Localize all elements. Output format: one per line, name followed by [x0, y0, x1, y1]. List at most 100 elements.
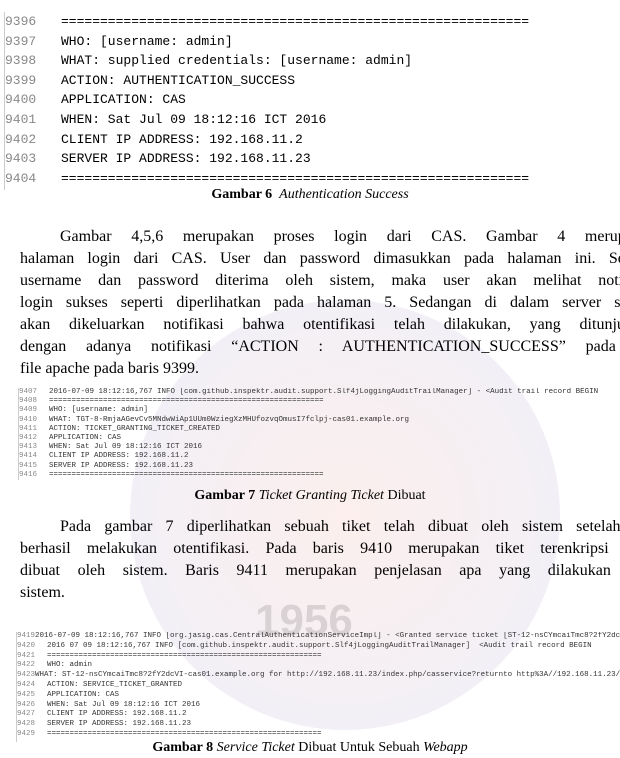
log-text: WHO: [username: admin]	[61, 33, 233, 49]
log-text: ACTION: SERVICE_TICKET_GRANTED	[47, 680, 183, 689]
paragraph-line: login sukses seperti diperlihatkan pada …	[20, 294, 620, 311]
caption-mid: Dibuat Untuk Sebuah	[298, 740, 420, 755]
paragraph-line: berhasil melakukan otentifikasi. Pada ba…	[20, 540, 620, 557]
paragraph-2: Pada gambar 7 diperlihatkan sebuah tiket…	[20, 516, 620, 604]
log-text: SERVER IP ADDRESS: 192.168.11.23	[49, 461, 194, 470]
log-text: ========================================…	[49, 470, 324, 479]
log-line: 9411 ACTION: TICKET_GRANTING_TICKET_CREAT…	[19, 425, 619, 434]
log-line: 9401 WHEN: Sat Jul 09 18:12:16 ICT 2016	[5, 110, 605, 130]
log-line: 9423 WHAT: ST-12-nsCYmcaiTmc8?2fY2dcVI-ca…	[17, 671, 620, 681]
log-line: 9426 WHEN: Sat Jul 09 18:12:16 ICT 2016	[17, 701, 620, 711]
line-number: 9397	[5, 33, 37, 49]
log-text: CLIENT IP ADDRESS: 192.168.11.2	[49, 452, 189, 461]
log-line: 9402 CLIENT IP ADDRESS: 192.168.11.2	[5, 130, 605, 150]
line-number: 9413	[19, 443, 38, 452]
log-line: 9408 ====================================…	[19, 397, 619, 406]
line-number: 9426	[17, 700, 36, 709]
log-text: WHO: [username: admin]	[49, 406, 149, 415]
log-text: SERVER IP ADDRESS: 192.168.11.23	[47, 720, 192, 729]
caption-label: Gambar 8	[152, 740, 214, 755]
figure-8-log: 9419 2016-07-09 18:12:16,767 INFO [org.ja…	[16, 632, 620, 742]
line-number: 9396	[5, 14, 37, 29]
log-text: CLIENT IP ADDRESS: 192.168.11.2	[47, 710, 187, 719]
log-text: CLIENT IP ADDRESS: 192.168.11.2	[61, 131, 303, 147]
log-text: ========================================…	[47, 651, 322, 660]
paragraph-line: Gambar 4,5,6 merupakan proses login dari…	[60, 228, 620, 245]
log-text: WHEN: Sat Jul 09 18:12:16 ICT 2016	[47, 700, 201, 709]
paragraph-line: Pada gambar 7 diperlihatkan sebuah tiket…	[60, 518, 620, 535]
log-line: 9419 2016-07-09 18:12:16,767 INFO [org.ja…	[17, 632, 620, 642]
log-line: 9400 APPLICATION: CAS	[5, 90, 605, 110]
log-text: APPLICATION: CAS	[49, 434, 122, 443]
log-text: ACTION: AUTHENTICATION_SUCCESS	[61, 72, 296, 88]
paragraph-line: halaman login dari CAS. User dan passwor…	[20, 250, 620, 267]
line-number: 9402	[5, 131, 37, 147]
line-number: 9423	[17, 671, 36, 680]
log-line: 9413 WHEN: Sat Jul 09 18:12:16 ICT 2016	[19, 443, 619, 452]
paragraph-1: Gambar 4,5,6 merupakan proses login dari…	[20, 226, 620, 380]
log-line: 9414 CLIENT IP ADDRESS: 192.168.11.2	[19, 452, 619, 461]
line-number: 9407	[19, 388, 38, 396]
log-line: 9410 WHAT: TGT-8-RmjaAGevCv5MNdwWiAp1UUm0…	[19, 416, 619, 425]
log-line: 9428 SERVER IP ADDRESS: 192.168.11.23	[17, 720, 620, 730]
line-number: 9409	[19, 406, 38, 415]
log-line: 9429 ====================================…	[17, 730, 620, 740]
line-number: 9401	[5, 111, 37, 127]
caption-label: Gambar 7	[194, 488, 256, 503]
log-line: 9404 ====================================…	[5, 169, 605, 189]
line-number: 9412	[19, 434, 38, 443]
log-text: WHAT: ST-12-nsCYmcaiTmc8?2fY2dcVI-cas01.…	[35, 671, 620, 680]
figure-6-caption: Gambar 6 Authentication Success	[0, 187, 620, 203]
log-line: 9412 APPLICATION: CAS	[19, 434, 619, 443]
line-number: 9420	[17, 641, 36, 650]
log-text: 2016 07 09 18:12:16,767 INFO [com.github…	[47, 641, 592, 650]
caption-em2: Webapp	[423, 740, 468, 755]
log-text: SERVER IP ADDRESS: 192.168.11.23	[61, 151, 311, 167]
log-line: 9422 WHO: admin	[17, 661, 620, 671]
log-text: APPLICATION: CAS	[47, 690, 120, 699]
line-number: 9421	[17, 651, 36, 660]
log-line: 9425 APPLICATION: CAS	[17, 691, 620, 701]
log-line: 9409 WHO: [username: admin]	[19, 406, 619, 415]
line-number: 9428	[17, 720, 36, 729]
line-number: 9408	[19, 397, 38, 406]
log-text: WHAT: TGT-8-RmjaAGevCv5MNdwWiAp1UUm0Wzie…	[49, 415, 410, 424]
log-line: 9427 CLIENT IP ADDRESS: 192.168.11.2	[17, 710, 620, 720]
caption-em: Service Ticket	[216, 740, 295, 755]
log-line: 9421 ====================================…	[17, 652, 620, 662]
log-text: ========================================…	[49, 397, 324, 406]
line-number: 9411	[19, 424, 38, 433]
caption-text: Authentication Success	[279, 187, 409, 202]
caption-tail: Dibuat	[387, 488, 426, 503]
line-number: 9404	[5, 170, 37, 186]
log-text: ========================================…	[61, 14, 530, 29]
line-number: 9398	[5, 53, 37, 69]
log-line: 9403 SERVER IP ADDRESS: 192.168.11.23	[5, 149, 605, 169]
log-line: 9415 SERVER IP ADDRESS: 192.168.11.23	[19, 462, 619, 471]
line-number: 9419	[17, 632, 36, 640]
paragraph-line: dibuat oleh sistem. Baris 9411 merupakan…	[20, 562, 620, 579]
line-number: 9403	[5, 151, 37, 167]
log-line: 9398 WHAT: supplied credentials: [usernam…	[5, 51, 605, 71]
paragraph-line: username dan password diterima oleh sist…	[20, 272, 620, 289]
line-number: 9414	[19, 452, 38, 461]
paragraph-line: sistem.	[20, 584, 65, 601]
log-text: ========================================…	[61, 170, 530, 186]
log-line: 9424 ACTION: SERVICE_TICKET_GRANTED	[17, 681, 620, 691]
line-number: 9424	[17, 680, 36, 689]
log-line: 9420 2016 07 09 18:12:16,767 INFO [com.gi…	[17, 642, 620, 652]
paragraph-line: dengan adanya notifikasi “ACTION : AUTHE…	[20, 338, 620, 355]
line-number: 9400	[5, 92, 37, 108]
line-number: 9425	[17, 690, 36, 699]
line-number: 9415	[19, 461, 38, 470]
log-line: 9396 ====================================…	[5, 12, 605, 32]
log-line: 9397 WHO: [username: admin]	[5, 32, 605, 52]
caption-label: Gambar 6	[211, 187, 273, 202]
log-text: ACTION: TICKET_GRANTING_TICKET_CREATED	[49, 424, 221, 433]
figure-6-log: 9396 ====================================…	[4, 12, 605, 190]
line-number: 9422	[17, 661, 36, 670]
log-line: 9399 ACTION: AUTHENTICATION_SUCCESS	[5, 71, 605, 91]
line-number: 9427	[17, 710, 36, 719]
line-number: 9416	[19, 470, 38, 479]
log-text: 2016-07-09 18:12:16,767 INFO [com.github…	[49, 388, 599, 396]
